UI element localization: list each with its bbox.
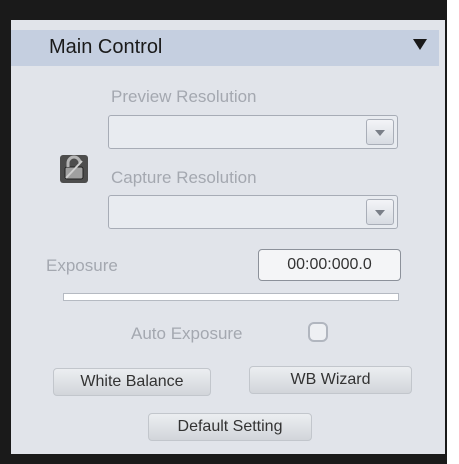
- collapse-triangle-icon[interactable]: [413, 39, 427, 50]
- main-control-header[interactable]: Main Control: [11, 30, 439, 66]
- auto-exposure-label: Auto Exposure: [131, 324, 243, 343]
- wb-wizard-button[interactable]: WB Wizard: [249, 366, 412, 394]
- preview-resolution-label: Preview Resolution: [111, 87, 257, 106]
- lock-icon-graphic: [64, 155, 84, 180]
- window-edge: [447, 0, 459, 464]
- main-control-panel: Main Control Preview Resolution Capture …: [11, 20, 445, 454]
- auto-exposure-checkbox[interactable]: [308, 322, 328, 342]
- lock-icon[interactable]: [60, 155, 88, 183]
- capture-resolution-label: Capture Resolution: [111, 168, 257, 187]
- white-balance-button[interactable]: White Balance: [53, 368, 211, 396]
- exposure-label: Exposure: [46, 256, 118, 275]
- capture-resolution-select[interactable]: [108, 195, 398, 229]
- chevron-down-icon[interactable]: [366, 199, 394, 225]
- panel-title: Main Control: [49, 36, 163, 58]
- chevron-down-icon[interactable]: [366, 119, 394, 145]
- exposure-value-field[interactable]: 00:00:000.0: [258, 249, 401, 281]
- exposure-slider[interactable]: [63, 293, 399, 301]
- default-setting-button[interactable]: Default Setting: [148, 413, 312, 441]
- preview-resolution-select[interactable]: [108, 115, 398, 149]
